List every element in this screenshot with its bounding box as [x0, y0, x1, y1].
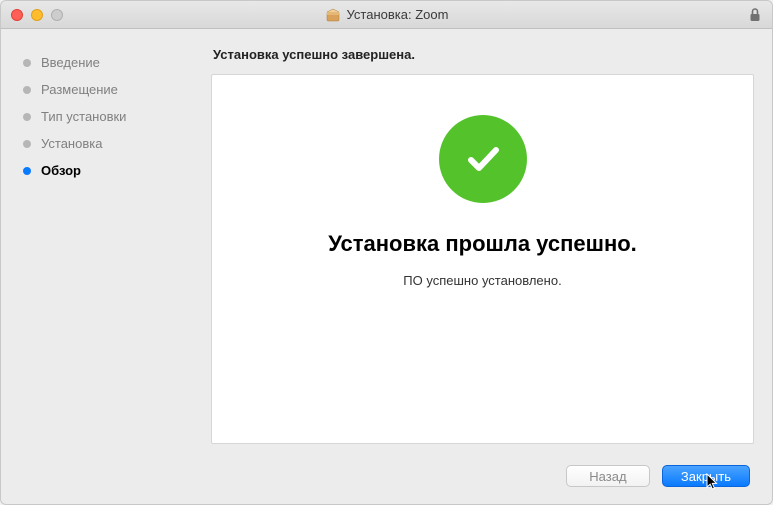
sidebar-step-installation: Установка — [23, 130, 197, 157]
window-minimize-button[interactable] — [31, 9, 43, 21]
content-panel: Установка прошла успешно. ПО успешно уст… — [211, 74, 754, 444]
step-label: Тип установки — [41, 109, 126, 124]
step-label: Введение — [41, 55, 100, 70]
sidebar-step-install-type: Тип установки — [23, 103, 197, 130]
success-title: Установка прошла успешно. — [328, 231, 637, 257]
step-label: Обзор — [41, 163, 81, 178]
lock-icon[interactable] — [748, 7, 762, 28]
back-button: Назад — [566, 465, 650, 487]
installer-window: Установка: Zoom Введение Размещение — [0, 0, 773, 505]
window-maximize-button — [51, 9, 63, 21]
window-title: Установка: Zoom — [347, 7, 449, 22]
step-dot-icon — [23, 113, 31, 121]
window-title-container: Установка: Zoom — [1, 7, 772, 23]
titlebar: Установка: Zoom — [1, 1, 772, 29]
window-body: Введение Размещение Тип установки Устано… — [1, 29, 772, 504]
step-dot-icon — [23, 86, 31, 94]
step-label: Установка — [41, 136, 102, 151]
main-area: Установка успешно завершена. Установка п… — [211, 29, 772, 454]
sidebar-step-intro: Введение — [23, 49, 197, 76]
footer: Назад Закрыть — [1, 454, 772, 504]
step-dot-icon — [23, 140, 31, 148]
main-heading: Установка успешно завершена. — [211, 39, 754, 74]
close-button[interactable]: Закрыть — [662, 465, 750, 487]
traffic-lights — [1, 9, 63, 21]
sidebar: Введение Размещение Тип установки Устано… — [1, 29, 211, 454]
success-check-icon — [439, 115, 527, 203]
sidebar-step-summary: Обзор — [23, 157, 197, 184]
success-subtitle: ПО успешно установлено. — [403, 273, 561, 288]
step-label: Размещение — [41, 82, 118, 97]
step-dot-icon — [23, 167, 31, 175]
sidebar-step-destination: Размещение — [23, 76, 197, 103]
step-dot-icon — [23, 59, 31, 67]
content-row: Введение Размещение Тип установки Устано… — [1, 29, 772, 454]
window-close-button[interactable] — [11, 9, 23, 21]
package-icon — [325, 7, 341, 23]
